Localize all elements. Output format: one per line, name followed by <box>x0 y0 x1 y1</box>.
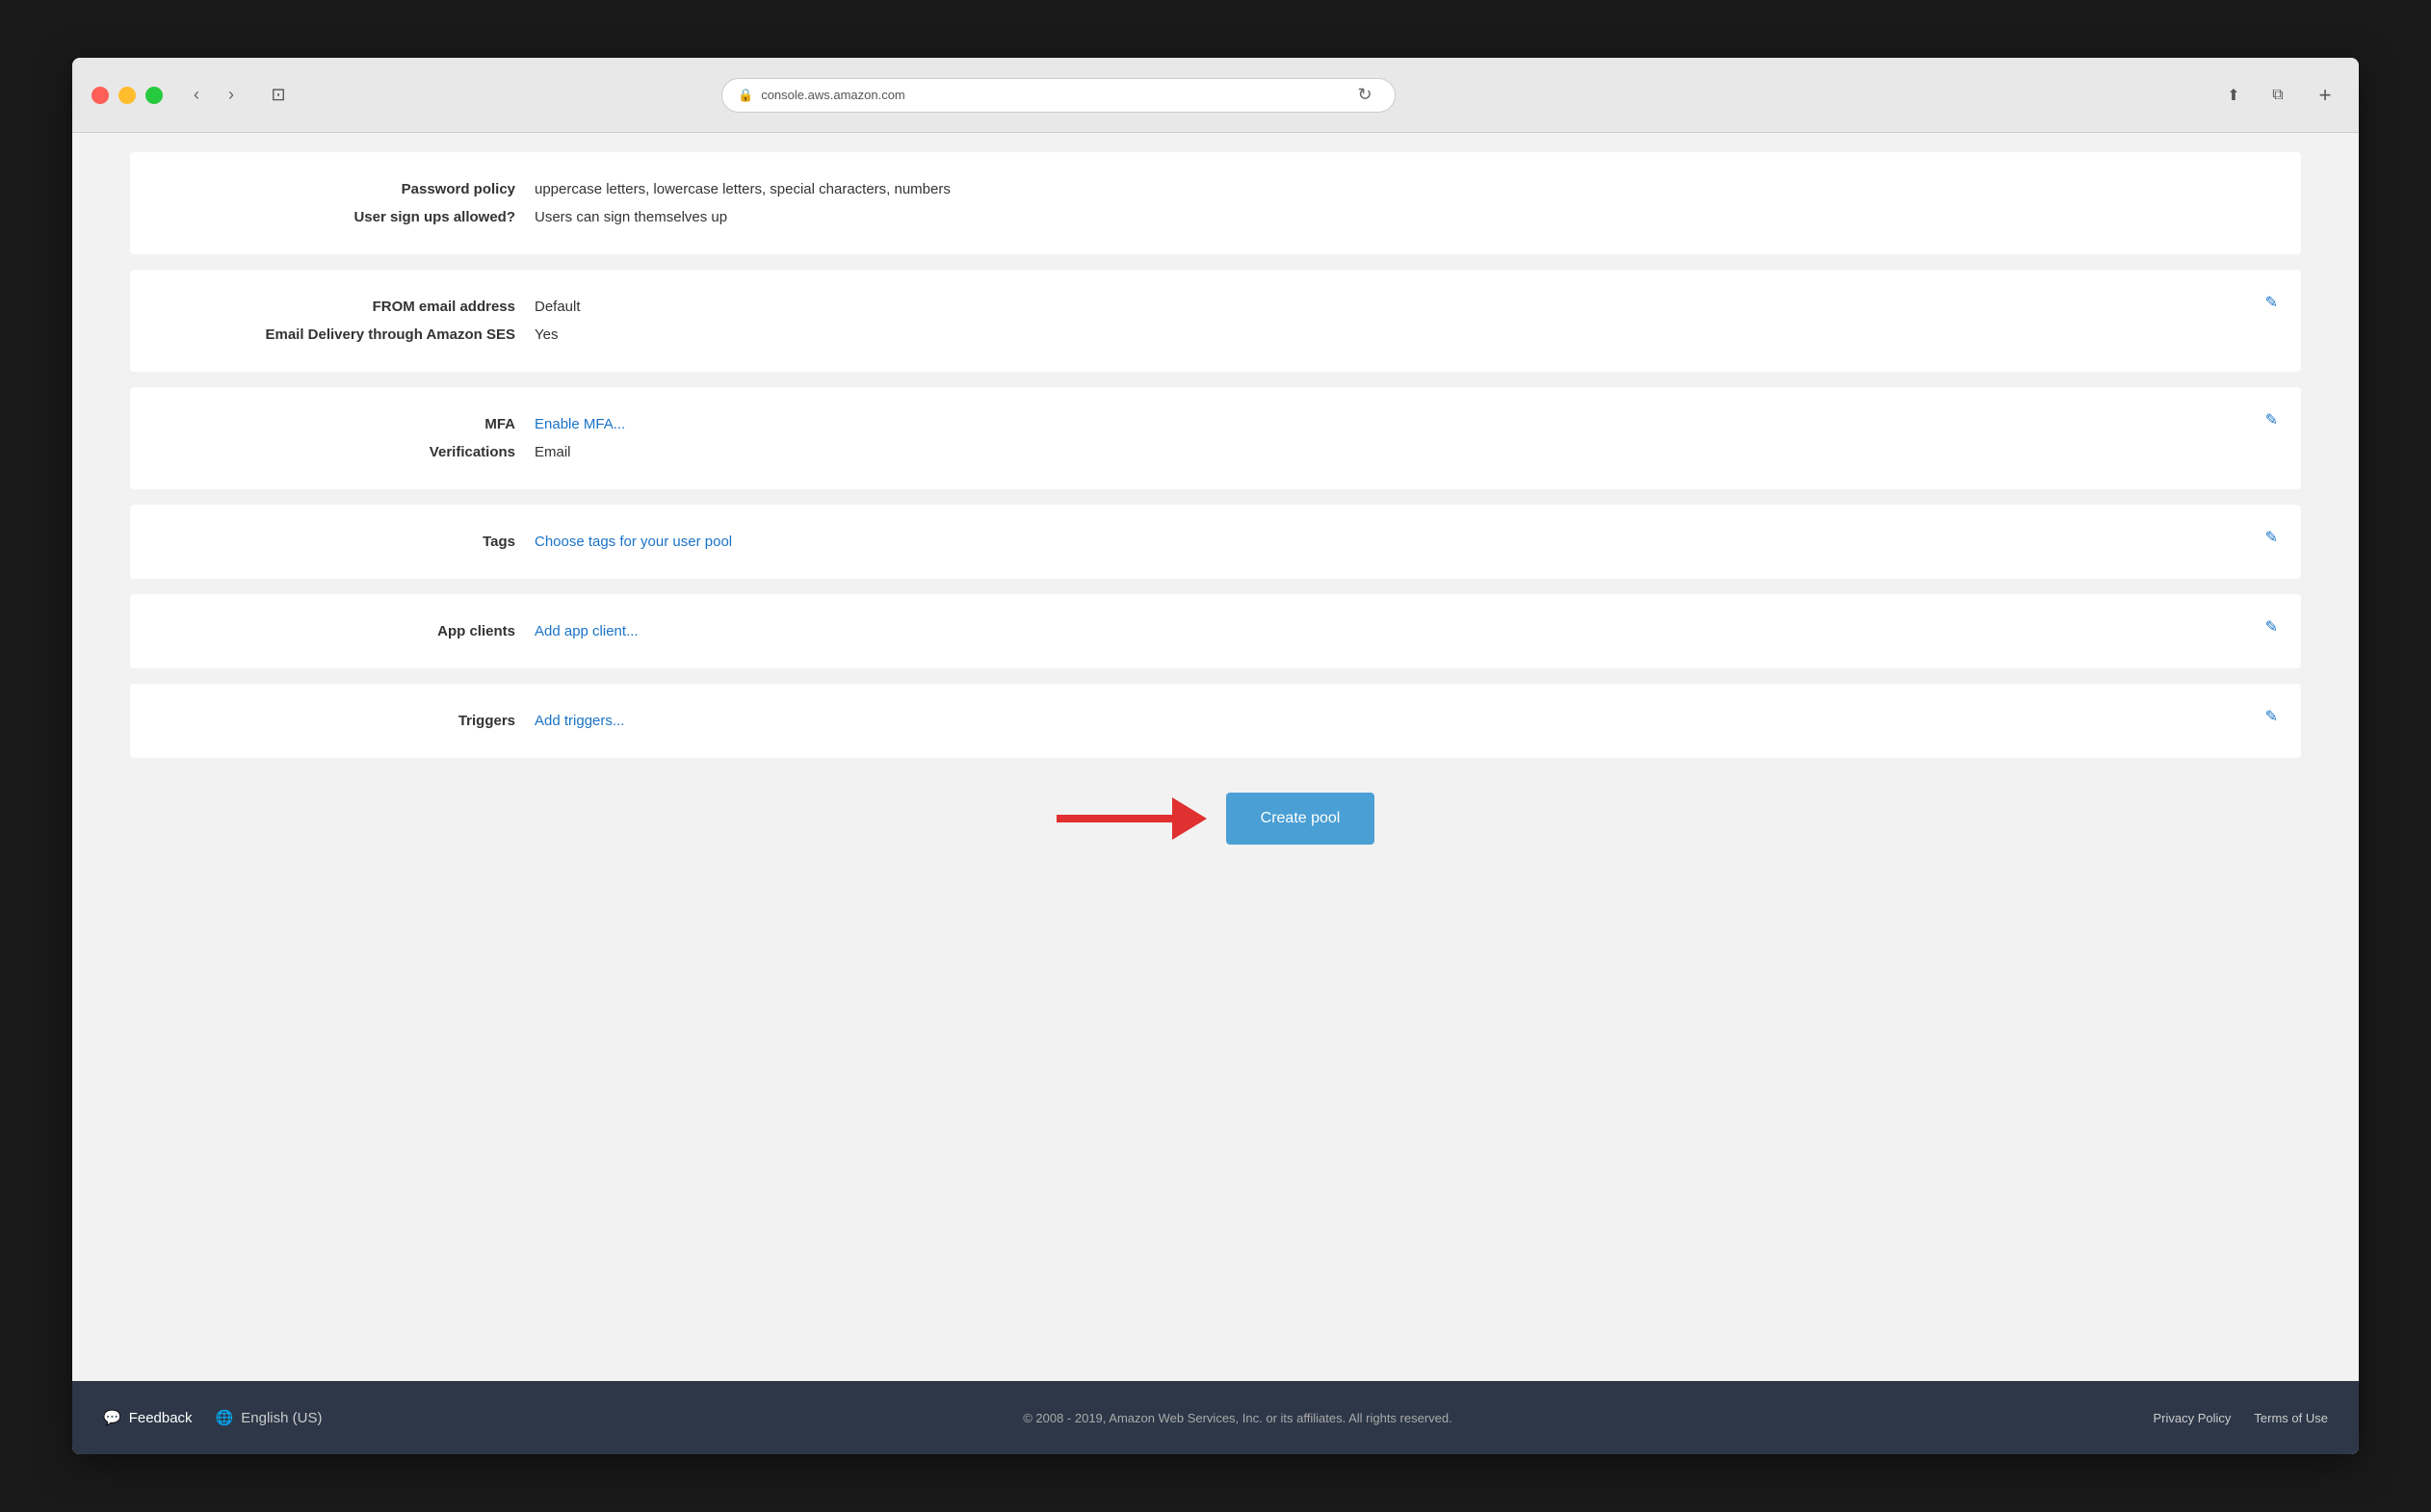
arrow-head <box>1172 797 1207 840</box>
app-clients-label: App clients <box>169 623 535 639</box>
share-button[interactable]: ⬆ <box>2216 81 2251 110</box>
close-button[interactable] <box>91 87 109 104</box>
card-row: Tags Choose tags for your user pool <box>169 528 2262 556</box>
tags-label: Tags <box>169 534 535 550</box>
arrow-container <box>1057 797 1207 840</box>
user-signups-value: Users can sign themselves up <box>535 209 2262 225</box>
arrow-shaft <box>1057 815 1172 822</box>
tags-edit-icon[interactable]: ✎ <box>2265 528 2278 547</box>
new-tab-button[interactable]: ⧉ <box>2261 81 2295 110</box>
footer-copyright: © 2008 - 2019, Amazon Web Services, Inc.… <box>322 1411 2153 1425</box>
mfa-label: MFA <box>169 416 535 432</box>
card-row: User sign ups allowed? Users can sign th… <box>169 203 2262 231</box>
card-row: MFA Enable MFA... <box>169 410 2262 438</box>
privacy-policy-link[interactable]: Privacy Policy <box>2154 1411 2232 1425</box>
verifications-label: Verifications <box>169 444 535 460</box>
verifications-value: Email <box>535 444 2262 460</box>
address-bar: 🔒 console.aws.amazon.com ↻ <box>721 78 1396 113</box>
from-email-value: Default <box>535 299 2262 315</box>
email-edit-icon[interactable]: ✎ <box>2265 293 2278 312</box>
footer-right: Privacy Policy Terms of Use <box>2154 1411 2329 1425</box>
app-clients-link[interactable]: Add app client... <box>535 623 2262 639</box>
reload-button[interactable]: ↻ <box>1350 81 1379 110</box>
feedback-button[interactable]: 💬 Feedback <box>103 1409 193 1426</box>
nav-buttons: ‹ › <box>182 81 246 110</box>
browser-window: ‹ › ⊡ 🔒 console.aws.amazon.com ↻ ⬆ ⧉ + P… <box>72 58 2359 1454</box>
feedback-icon: 💬 <box>103 1409 121 1426</box>
card-row: App clients Add app client... <box>169 617 2262 645</box>
feedback-label: Feedback <box>129 1410 193 1426</box>
card-row: Password policy uppercase letters, lower… <box>169 175 2262 203</box>
mfa-edit-icon[interactable]: ✎ <box>2265 410 2278 430</box>
page-content: Password policy uppercase letters, lower… <box>72 133 2359 1454</box>
language-label: English (US) <box>241 1410 322 1426</box>
lock-icon: 🔒 <box>738 88 753 103</box>
add-tab-button[interactable]: + <box>2311 81 2340 110</box>
sidebar-toggle-button[interactable]: ⊡ <box>261 81 296 110</box>
maximize-button[interactable] <box>145 87 163 104</box>
card-row: Verifications Email <box>169 438 2262 466</box>
triggers-edit-icon[interactable]: ✎ <box>2265 707 2278 726</box>
forward-button[interactable]: › <box>217 81 246 110</box>
password-policy-value: uppercase letters, lowercase letters, sp… <box>535 181 2262 197</box>
card-row: Email Delivery through Amazon SES Yes <box>169 321 2262 349</box>
ses-label: Email Delivery through Amazon SES <box>169 326 535 343</box>
card-row: Triggers Add triggers... <box>169 707 2262 735</box>
action-area: Create pool <box>130 773 2301 883</box>
card-row: FROM email address Default <box>169 293 2262 321</box>
mfa-link[interactable]: Enable MFA... <box>535 416 2262 432</box>
from-email-label: FROM email address <box>169 299 535 315</box>
globe-icon: 🌐 <box>216 1409 234 1426</box>
footer-left: 💬 Feedback 🌐 English (US) <box>103 1409 322 1426</box>
app-clients-card: App clients Add app client... ✎ <box>130 594 2301 668</box>
triggers-label: Triggers <box>169 713 535 729</box>
password-policy-card: Password policy uppercase letters, lower… <box>130 152 2301 254</box>
traffic-lights <box>91 87 163 104</box>
user-signups-label: User sign ups allowed? <box>169 209 535 225</box>
ses-value: Yes <box>535 326 2262 343</box>
create-pool-button[interactable]: Create pool <box>1226 793 1375 845</box>
tags-card: Tags Choose tags for your user pool ✎ <box>130 505 2301 579</box>
language-selector[interactable]: 🌐 English (US) <box>216 1409 323 1426</box>
minimize-button[interactable] <box>118 87 136 104</box>
email-settings-card: FROM email address Default Email Deliver… <box>130 270 2301 372</box>
app-clients-edit-icon[interactable]: ✎ <box>2265 617 2278 637</box>
password-policy-label: Password policy <box>169 181 535 197</box>
triggers-link[interactable]: Add triggers... <box>535 713 2262 729</box>
back-button[interactable]: ‹ <box>182 81 211 110</box>
mfa-card: MFA Enable MFA... Verifications Email ✎ <box>130 387 2301 489</box>
copyright-text: © 2008 - 2019, Amazon Web Services, Inc.… <box>1023 1411 1452 1425</box>
toolbar-right: ⬆ ⧉ + <box>2216 81 2340 110</box>
title-bar: ‹ › ⊡ 🔒 console.aws.amazon.com ↻ ⬆ ⧉ + <box>72 58 2359 133</box>
url-text[interactable]: console.aws.amazon.com <box>761 88 905 102</box>
tags-link[interactable]: Choose tags for your user pool <box>535 534 2262 550</box>
footer: 💬 Feedback 🌐 English (US) © 2008 - 2019,… <box>72 1381 2359 1454</box>
triggers-card: Triggers Add triggers... ✎ <box>130 684 2301 758</box>
main-area: Password policy uppercase letters, lower… <box>72 133 2359 1381</box>
terms-of-use-link[interactable]: Terms of Use <box>2254 1411 2328 1425</box>
